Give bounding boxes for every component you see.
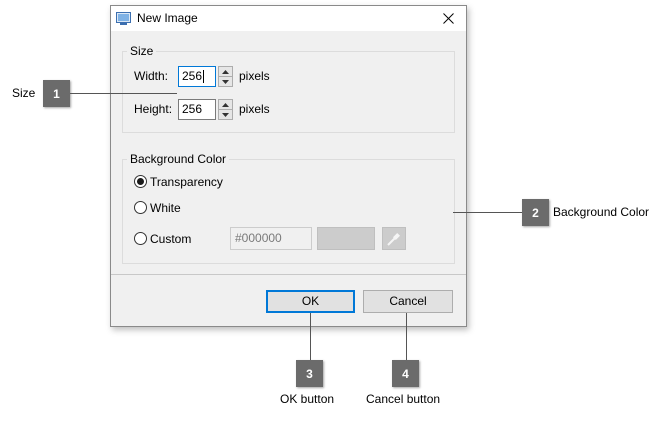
cancel-button[interactable]: Cancel	[363, 290, 453, 313]
callout-4-badge: 4	[392, 360, 419, 387]
color-swatch[interactable]	[317, 227, 375, 250]
width-increment-button[interactable]	[219, 67, 232, 77]
radio-custom[interactable]	[134, 232, 147, 245]
height-spinner[interactable]	[218, 99, 233, 120]
arrow-up-icon	[222, 69, 229, 74]
width-value: 256	[182, 69, 203, 83]
radio-transparency-label[interactable]: Transparency	[150, 175, 223, 189]
callout-3-leader	[310, 313, 311, 360]
callout-2-leader	[453, 212, 522, 213]
height-decrement-button[interactable]	[219, 110, 232, 119]
size-group: Size	[122, 44, 455, 133]
radio-white[interactable]	[134, 201, 147, 214]
radio-custom-label[interactable]: Custom	[150, 232, 191, 246]
height-increment-button[interactable]	[219, 100, 232, 110]
custom-color-hex-input[interactable]: #000000	[230, 227, 312, 250]
width-decrement-button[interactable]	[219, 77, 232, 86]
callout-2-badge: 2	[522, 199, 549, 226]
width-unit-label: pixels	[239, 69, 270, 83]
close-button[interactable]	[430, 6, 466, 31]
callout-1-badge: 1	[43, 80, 70, 107]
eyedropper-button[interactable]	[382, 227, 406, 250]
arrow-up-icon	[222, 102, 229, 107]
eyedropper-icon	[387, 232, 401, 246]
callout-4-leader	[406, 313, 407, 360]
dialog-title: New Image	[137, 11, 198, 25]
ok-button[interactable]: OK	[266, 290, 355, 313]
new-image-dialog: New Image Size Width: 256 pixels Height:…	[110, 5, 467, 327]
custom-color-hex-value: #000000	[235, 231, 282, 245]
callout-3-label: OK button	[280, 392, 335, 406]
app-icon	[116, 12, 131, 25]
callout-2-label: Background Color	[553, 205, 650, 219]
callout-3-badge: 3	[296, 360, 323, 387]
callout-1-leader	[70, 93, 177, 94]
text-caret	[203, 70, 204, 83]
background-group-legend: Background Color	[130, 152, 227, 166]
title-bar[interactable]: New Image	[111, 6, 466, 31]
arrow-down-icon	[222, 112, 229, 117]
dialog-footer: OK Cancel	[111, 275, 466, 326]
height-unit-label: pixels	[239, 102, 270, 116]
width-spinner[interactable]	[218, 66, 233, 87]
close-icon	[442, 13, 454, 24]
callout-4-label: Cancel button	[366, 392, 441, 406]
size-group-legend: Size	[130, 44, 154, 58]
width-input[interactable]: 256	[178, 66, 216, 87]
width-label: Width:	[134, 69, 169, 83]
callout-1-label: Size	[12, 86, 36, 100]
radio-transparency[interactable]	[134, 175, 147, 188]
height-input[interactable]: 256	[178, 99, 216, 120]
height-value: 256	[182, 102, 203, 116]
arrow-down-icon	[222, 79, 229, 84]
radio-white-label[interactable]: White	[150, 201, 181, 215]
height-label: Height:	[134, 102, 173, 116]
